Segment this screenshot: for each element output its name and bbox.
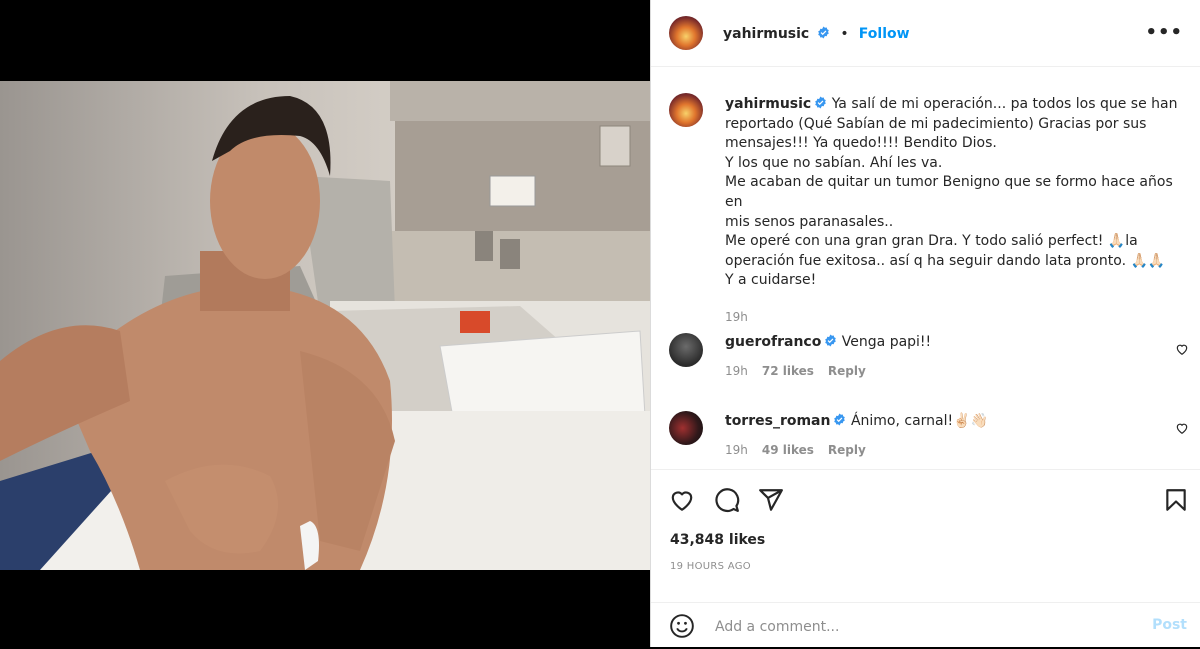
- comment-item: torres_roman Ánimo, carnal!✌🏻👋🏻 19h 49 li…: [725, 413, 1165, 457]
- comment-like-icon[interactable]: [1175, 421, 1189, 435]
- post-photo[interactable]: [0, 81, 650, 570]
- verified-icon: [834, 413, 846, 426]
- author-avatar[interactable]: [669, 16, 703, 50]
- caption-line: mensajes!!! Ya quedo!!!! Bendito Dios.: [725, 135, 997, 152]
- comment-username[interactable]: guerofranco: [725, 334, 821, 350]
- reply-button[interactable]: Reply: [828, 443, 866, 457]
- save-icon[interactable]: [1163, 487, 1189, 513]
- caption-text: Ya salí de mi operación... pa todos los …: [831, 96, 1178, 112]
- post-time: 19 HOURS AGO: [670, 561, 751, 572]
- author-username[interactable]: yahirmusic: [723, 26, 809, 42]
- comment-avatar[interactable]: [669, 411, 703, 445]
- comment-like-icon[interactable]: [1175, 342, 1189, 356]
- post-side-panel: yahirmusic • Follow ••• yahirmusic Ya sa…: [650, 0, 1200, 647]
- caption-line: mis senos paranasales..: [725, 213, 894, 230]
- comment-avatar[interactable]: [669, 333, 703, 367]
- add-comment-row: Post: [651, 602, 1200, 649]
- caption-avatar[interactable]: [669, 93, 703, 127]
- add-comment-input[interactable]: [713, 614, 1117, 640]
- caption-line: operación fue exitosa.. así q ha seguir …: [725, 252, 1166, 269]
- like-icon[interactable]: [669, 487, 695, 513]
- comment-likes[interactable]: 49 likes: [762, 443, 814, 457]
- comment-username[interactable]: torres_roman: [725, 413, 830, 429]
- caption-line: Y los que no sabían. Ahí les va.: [725, 154, 943, 171]
- reply-button[interactable]: Reply: [828, 364, 866, 378]
- post-header: yahirmusic • Follow •••: [651, 0, 1200, 67]
- caption-line: reportado (Qué Sabían de mi padecimiento…: [725, 115, 1147, 132]
- comment-text: Venga papi!!: [841, 334, 932, 350]
- comment-likes[interactable]: 72 likes: [762, 364, 814, 378]
- post-media: [0, 0, 650, 647]
- caption-timestamp[interactable]: 19h: [725, 308, 1185, 328]
- post-caption: yahirmusic Ya salí de mi operación... pa…: [725, 95, 1185, 328]
- follow-button[interactable]: Follow: [859, 26, 910, 42]
- comment-time[interactable]: 19h: [725, 443, 748, 457]
- more-icon[interactable]: •••: [1145, 22, 1183, 43]
- likes-count[interactable]: 43,848 likes: [670, 532, 765, 548]
- caption-line: Me operé con una gran gran Dra. Y todo s…: [725, 233, 1138, 250]
- separator-dot: •: [840, 26, 849, 42]
- comment-meta: 19h 49 likes Reply: [725, 443, 1165, 457]
- caption-line: Y a cuidarse!: [725, 272, 817, 289]
- comment-item: guerofranco Venga papi!! 19h 72 likes Repl…: [725, 334, 1165, 378]
- caption-line: Me acaban de quitar un tumor Benigno que…: [725, 174, 1173, 210]
- caption-line: yahirmusic Ya salí de mi operación... pa…: [725, 95, 1185, 115]
- comment-meta: 19h 72 likes Reply: [725, 364, 1165, 378]
- emoji-icon[interactable]: [669, 613, 695, 639]
- share-icon[interactable]: [758, 487, 784, 513]
- verified-icon: [815, 96, 827, 109]
- author-line: yahirmusic • Follow: [723, 23, 910, 42]
- comment-time[interactable]: 19h: [725, 364, 748, 378]
- comment-text: Ánimo, carnal!✌🏻👋🏻: [850, 413, 988, 429]
- verified-icon: [825, 334, 837, 347]
- post-comment-button[interactable]: Post: [1152, 617, 1187, 633]
- photo-illustration: [0, 81, 650, 570]
- caption-username[interactable]: yahirmusic: [725, 96, 811, 112]
- verified-icon: [818, 26, 830, 39]
- post-actions: 43,848 likes 19 HOURS AGO Post: [651, 469, 1200, 648]
- comment-icon[interactable]: [714, 487, 740, 513]
